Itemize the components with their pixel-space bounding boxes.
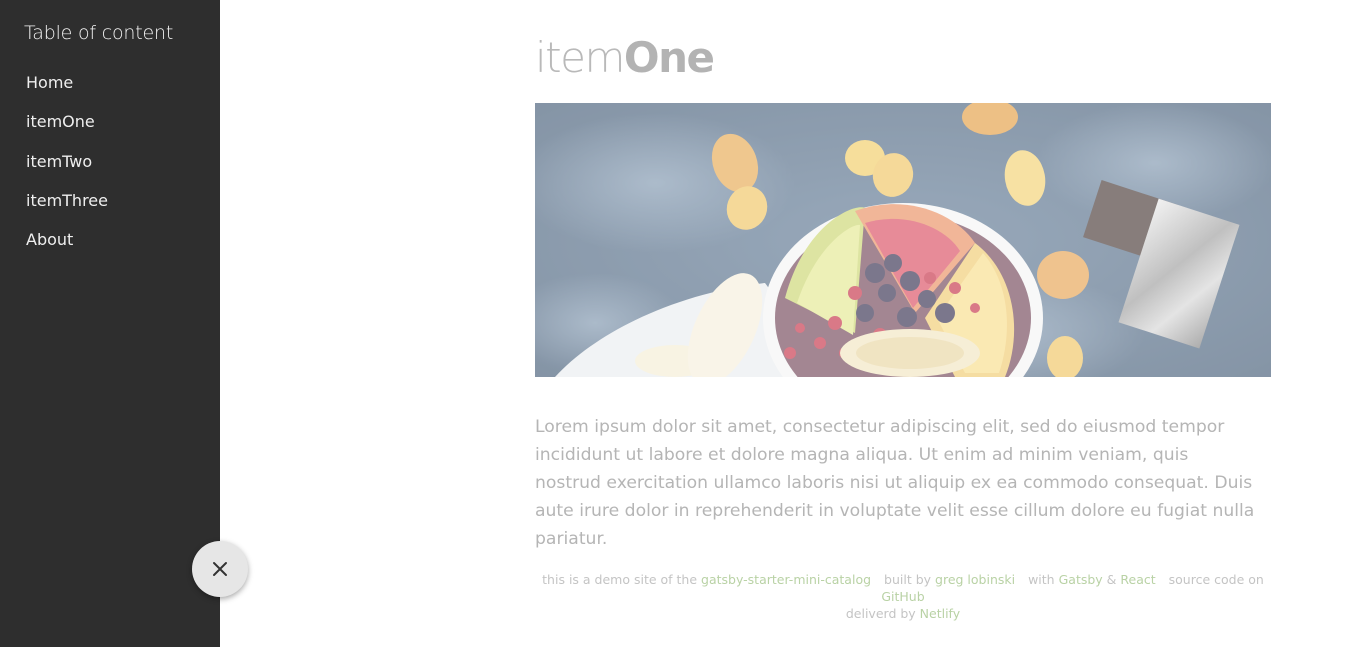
footer: this is a demo site of the gatsby-starte… — [535, 571, 1271, 622]
footer-netlify-link[interactable]: Netlify — [920, 606, 960, 621]
footer-author-link[interactable]: greg lobinski — [935, 572, 1015, 587]
footer-demo-text: this is a demo site of the — [542, 572, 698, 587]
sidebar-nav: Home itemOne itemTwo itemThree About — [26, 72, 108, 268]
footer-amp: & — [1106, 572, 1117, 587]
sidebar: Table of content Home itemOne itemTwo it… — [0, 0, 220, 647]
footer-react-link[interactable]: React — [1120, 572, 1155, 587]
footer-with-text: with — [1028, 572, 1055, 587]
footer-gatsby-link[interactable]: Gatsby — [1059, 572, 1103, 587]
sidebar-item-home[interactable]: Home — [26, 72, 108, 111]
page-title-light: item — [535, 33, 625, 82]
sidebar-title: Table of content — [24, 22, 174, 44]
sidebar-item-itemtwo[interactable]: itemTwo — [26, 151, 108, 190]
sidebar-item-itemone[interactable]: itemOne — [26, 111, 108, 150]
page-title: itemOne — [535, 30, 715, 86]
footer-demo-link[interactable]: gatsby-starter-mini-catalog — [701, 572, 871, 587]
footer-delivered-text: deliverd by — [845, 606, 916, 621]
sidebar-item-itemthree[interactable]: itemThree — [26, 190, 108, 229]
footer-built-text: built by — [884, 572, 932, 587]
fruit-bowl-image — [535, 103, 1271, 377]
footer-source-text: source code on — [1168, 572, 1264, 587]
sidebar-item-about[interactable]: About — [26, 229, 108, 268]
body-paragraph: Lorem ipsum dolor sit amet, consectetur … — [535, 417, 1255, 549]
footer-github-link[interactable]: GitHub — [881, 589, 924, 604]
main-content: itemOne Lorem ipsum dolor sit amet, cons… — [220, 0, 1366, 647]
page-title-bold: One — [623, 33, 715, 82]
hero-image — [535, 103, 1271, 377]
